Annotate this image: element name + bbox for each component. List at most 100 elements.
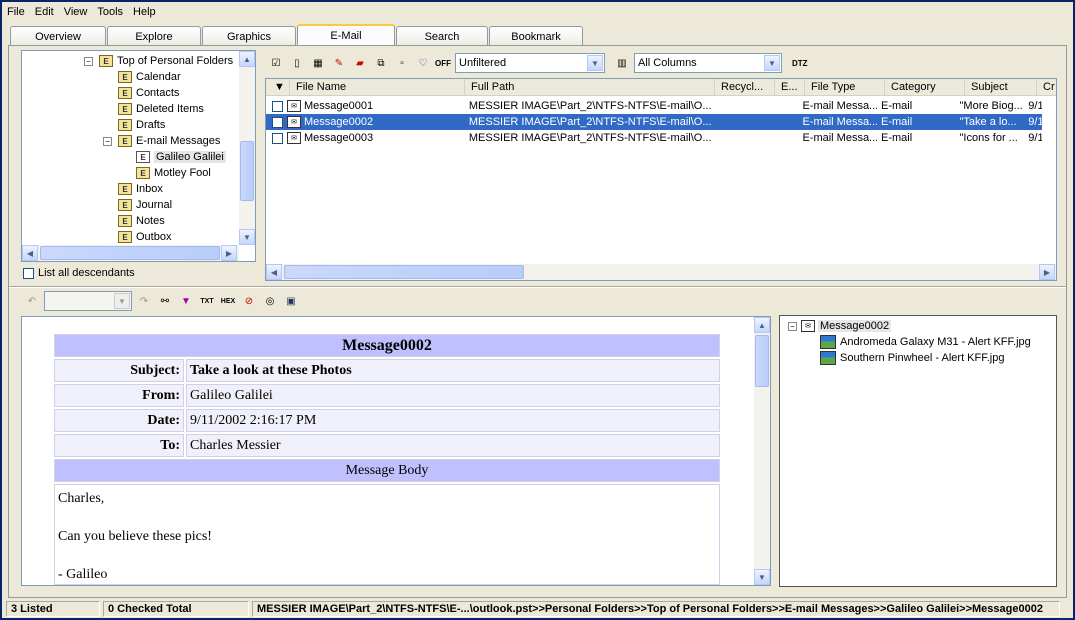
tree-item-top-of-personal-folders[interactable]: − E Top of Personal Folders [84, 53, 233, 69]
tree-item-drafts[interactable]: E Drafts [118, 117, 165, 133]
back-arrow-icon[interactable]: ↶ [23, 292, 41, 310]
scroll-up-icon[interactable]: ▲ [754, 317, 770, 333]
scroll-thumb[interactable] [240, 141, 254, 201]
column-e[interactable]: E... [775, 79, 805, 95]
scroll-thumb[interactable] [284, 265, 524, 279]
tab-explore[interactable]: Explore [107, 26, 201, 46]
highlight-icon[interactable]: ▼ [177, 292, 195, 310]
hex-view-icon[interactable]: HEX [219, 292, 237, 310]
tree-item-email-messages[interactable]: − E E-mail Messages [103, 133, 220, 149]
attachment-root[interactable]: − ✉ Message0002 [788, 318, 892, 334]
details-view-icon[interactable]: ▯ [288, 54, 306, 72]
tree-horizontal-scrollbar[interactable]: ◀ ▶ [22, 245, 239, 261]
columns-icon[interactable]: ▥ [613, 54, 631, 72]
row-checkbox[interactable] [272, 116, 283, 128]
scroll-down-icon[interactable]: ▼ [754, 569, 770, 585]
column-full-path[interactable]: Full Path [465, 79, 715, 95]
chevron-down-icon[interactable]: ▼ [764, 55, 780, 71]
scroll-down-icon[interactable]: ▼ [239, 229, 255, 245]
books-icon[interactable]: ▰ [351, 54, 369, 72]
collapse-icon[interactable]: − [84, 56, 93, 66]
copy-icon[interactable]: ⧉ [372, 54, 390, 72]
scroll-thumb[interactable] [755, 335, 769, 387]
dtz-button[interactable]: DTZ [792, 59, 808, 68]
tree-item-journal[interactable]: E Journal [118, 197, 172, 213]
check-all-icon[interactable]: ☑ [267, 54, 285, 72]
scroll-left-icon[interactable]: ◀ [266, 264, 282, 280]
message-table: Message0002 Subject: Take a look at thes… [52, 332, 722, 585]
tree-item-notes[interactable]: E Notes [118, 213, 165, 229]
bookmark-icon[interactable]: ✎ [330, 54, 348, 72]
tab-bookmark[interactable]: Bookmark [489, 26, 583, 46]
filter-heart-icon[interactable]: ♡ [414, 54, 432, 72]
page-icon[interactable]: ▫ [393, 54, 411, 72]
menu-tools[interactable]: Tools [92, 6, 128, 18]
column-subject[interactable]: Subject [965, 79, 1037, 95]
menu-file[interactable]: File [2, 6, 30, 18]
collapse-icon[interactable]: − [103, 136, 112, 146]
message-body: Charles, Can you believe these pics! - G… [54, 484, 720, 585]
tab-graphics[interactable]: Graphics [202, 26, 296, 46]
grid-horizontal-scrollbar[interactable]: ◀ ▶ [266, 264, 1056, 280]
stop-icon[interactable]: ⊘ [240, 292, 258, 310]
menu-view[interactable]: View [59, 6, 93, 18]
sort-arrow-icon[interactable]: ▼ [266, 79, 290, 95]
table-row[interactable]: ✉ Message0001 MESSIER IMAGE\Part_2\NTFS-… [266, 98, 1042, 114]
tree-vertical-scrollbar[interactable]: ▲ ▼ [239, 51, 255, 245]
row-checkbox[interactable] [272, 100, 283, 112]
message-body-header: Message Body [54, 459, 720, 482]
scroll-right-icon[interactable]: ▶ [221, 245, 237, 261]
viewer-vertical-scrollbar[interactable]: ▲ ▼ [754, 317, 770, 585]
table-row[interactable]: ✉ Message0003 MESSIER IMAGE\Part_2\NTFS-… [266, 130, 1042, 146]
column-category[interactable]: Category [885, 79, 965, 95]
tab-email[interactable]: E-Mail [297, 24, 395, 46]
tree-item-calendar[interactable]: E Calendar [118, 69, 181, 85]
sync-icon[interactable]: ◎ [261, 292, 279, 310]
attachment-item[interactable]: Andromeda Galaxy M31 - Alert KFF.jpg [820, 334, 1031, 350]
thumbnails-view-icon[interactable]: ▦ [309, 54, 327, 72]
table-row-selected[interactable]: ✉ Message0002 MESSIER IMAGE\Part_2\NTFS-… [266, 114, 1042, 130]
filter-off-label[interactable]: OFF [435, 59, 451, 68]
row-checkbox[interactable] [272, 132, 283, 144]
scroll-thumb[interactable] [40, 246, 220, 260]
tab-search[interactable]: Search [396, 26, 488, 46]
column-recycled[interactable]: Recycl... [715, 79, 775, 95]
scroll-right-icon[interactable]: ▶ [1039, 264, 1055, 280]
attachment-item[interactable]: Southern Pinwheel - Alert KFF.jpg [820, 350, 1004, 366]
chevron-down-icon[interactable]: ▼ [587, 55, 603, 71]
folder-icon: E [99, 55, 113, 67]
tree-item-motley-fool[interactable]: E Motley Fool [136, 165, 211, 181]
column-file-name[interactable]: File Name [290, 79, 465, 95]
list-all-descendants-checkbox[interactable] [23, 267, 34, 279]
chevron-down-icon[interactable]: ▼ [114, 293, 130, 309]
column-file-type[interactable]: File Type [805, 79, 885, 95]
file-grid: ▼ File Name Full Path Recycl... E... Fil… [265, 78, 1057, 281]
document-view-icon[interactable]: ▣ [282, 292, 300, 310]
text-view-icon[interactable]: TXT [198, 292, 216, 310]
list-all-descendants-option[interactable]: List all descendants [21, 267, 135, 279]
grid-column-header: ▼ File Name Full Path Recycl... E... Fil… [266, 79, 1056, 96]
scroll-up-icon[interactable]: ▲ [239, 51, 255, 67]
splitter[interactable] [9, 286, 1066, 288]
collapse-icon[interactable]: − [788, 321, 797, 331]
history-dropdown[interactable]: ▼ [44, 291, 132, 311]
tree-item-outbox[interactable]: E Outbox [118, 229, 171, 245]
to-label: To: [54, 434, 184, 457]
forward-arrow-icon[interactable]: ↷ [135, 292, 153, 310]
tree-item-inbox[interactable]: E Inbox [118, 181, 163, 197]
glasses-icon[interactable]: ⚯ [156, 292, 174, 310]
columns-dropdown[interactable]: All Columns ▼ [634, 53, 782, 73]
filter-dropdown[interactable]: Unfiltered ▼ [455, 53, 605, 73]
viewer-toolbar: ↶ ▼ ↷ ⚯ ▼ TXT HEX ⊘ ◎ ▣ [23, 290, 303, 312]
menu-help[interactable]: Help [128, 6, 161, 18]
folder-icon: E [118, 119, 132, 131]
image-file-icon [820, 335, 836, 349]
tab-overview[interactable]: Overview [10, 26, 106, 46]
tree-item-deleted-items[interactable]: E Deleted Items [118, 101, 204, 117]
tree-item-contacts[interactable]: E Contacts [118, 85, 179, 101]
column-created[interactable]: Cr [1037, 79, 1056, 95]
menu-edit[interactable]: Edit [30, 6, 59, 18]
tree-item-galileo-galilei[interactable]: E Galileo Galilei [136, 149, 226, 165]
scroll-left-icon[interactable]: ◀ [22, 245, 38, 261]
menu-bar: File Edit View Tools Help [2, 2, 1073, 22]
